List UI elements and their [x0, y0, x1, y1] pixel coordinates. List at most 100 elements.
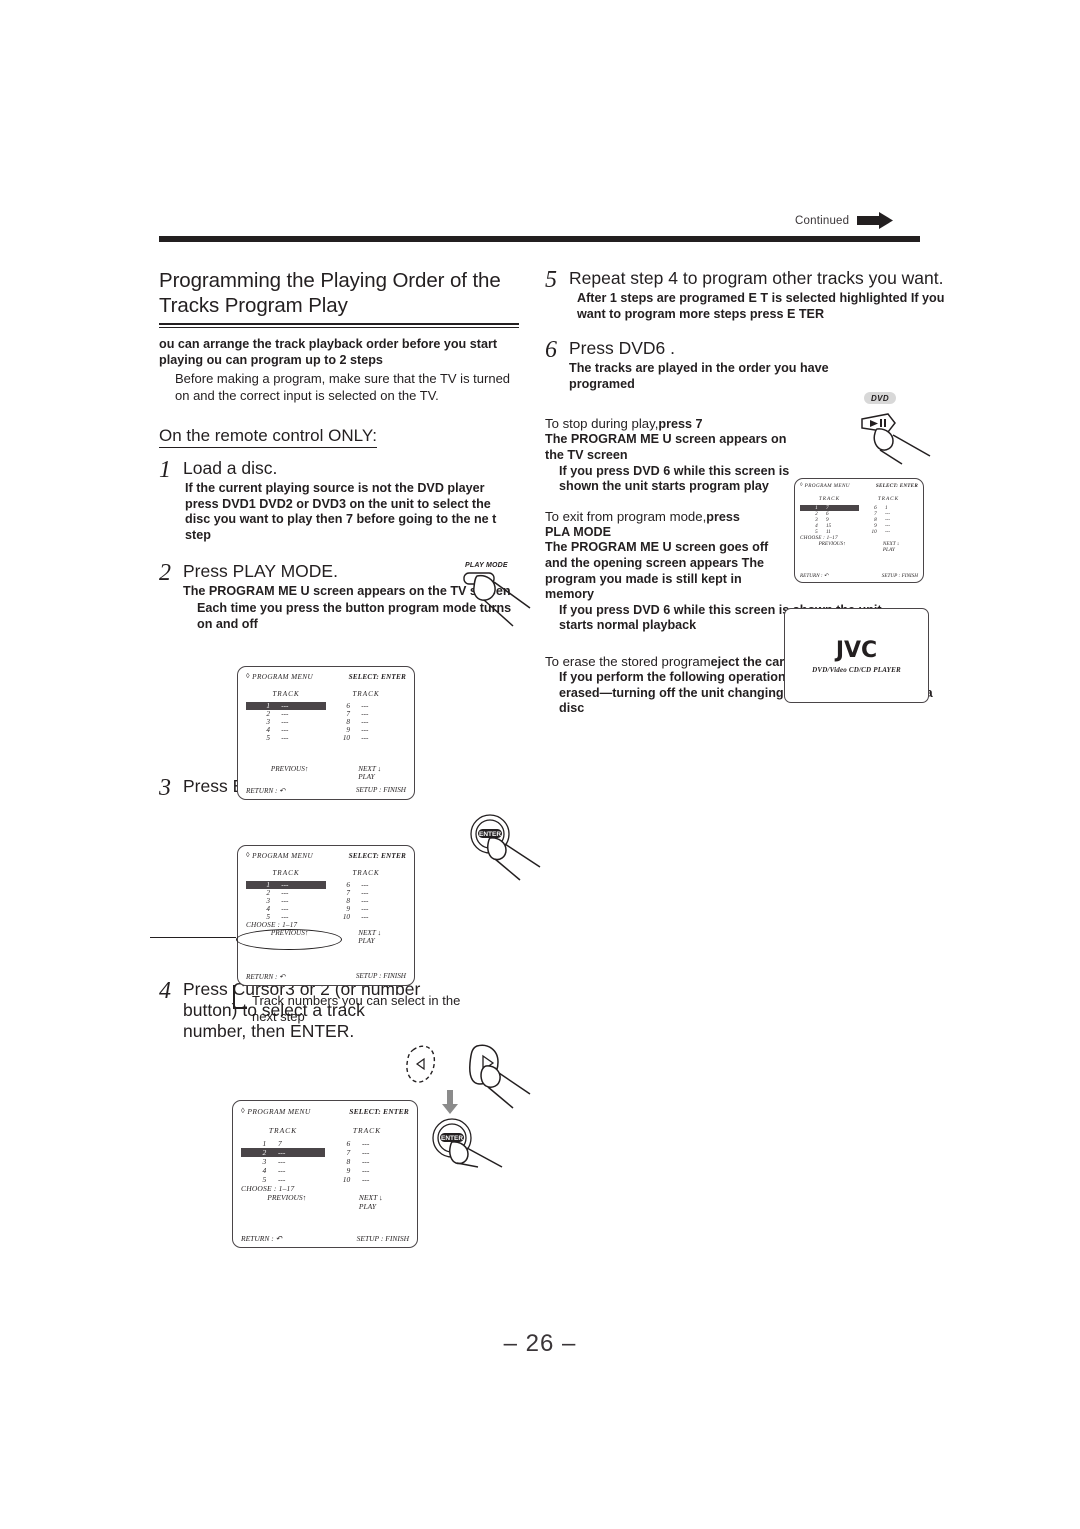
tv-track-row[interactable]: 3 ---: [241, 1157, 325, 1166]
tv-track-row[interactable]: 3 ---: [246, 897, 326, 905]
tv-track-header-left: TRACK: [818, 496, 841, 502]
tv-track-header-right: TRACK: [352, 690, 380, 698]
tv-track-header-left: TRACK: [268, 1126, 298, 1135]
tv-track-number: 7: [346, 710, 350, 718]
tv-track-value: ---: [361, 1139, 370, 1148]
tv-track-row[interactable]: 5 ---: [246, 913, 326, 921]
tv-track-row[interactable]: 4 ---: [241, 1166, 325, 1175]
tv-track-value: ---: [361, 702, 369, 710]
tv-next-label[interactable]: NEXT ↓: [358, 765, 381, 773]
tv-screen-program-menu-track-selected: ◊ PROGRAM MENU SELECT: ENTER TRACK TRACK…: [232, 1100, 418, 1248]
tv-track-row[interactable]: 7 ---: [326, 889, 406, 897]
step-6-body: The tracks are played in the order you h…: [569, 361, 829, 391]
down-arrow-icon: ↓: [896, 541, 900, 547]
tv-track-row[interactable]: 9 ---: [325, 1166, 409, 1175]
tv-bottom-row: RETURN : ↶ SETUP : FINISH: [246, 972, 406, 981]
tv-track-row[interactable]: 10 ---: [325, 1175, 409, 1184]
play-mode-finger-icon: [463, 572, 531, 627]
tv-track-row[interactable]: 4 ---: [246, 726, 326, 734]
tv-track-row[interactable]: 7 ---: [325, 1148, 409, 1157]
tv-return-label[interactable]: RETURN : ↶: [241, 1234, 282, 1243]
tv-track-row[interactable]: 10 ---: [326, 734, 406, 742]
step-5-number: 5: [545, 267, 557, 293]
tv-track-number: 6: [346, 702, 350, 710]
tv-track-value: ---: [361, 710, 369, 718]
tv-track-row[interactable]: 5 ---: [246, 734, 326, 742]
tv-track-row[interactable]: 6 ---: [325, 1139, 409, 1148]
tv-setup-label[interactable]: SETUP : FINISH: [357, 1234, 409, 1243]
tv-previous-label[interactable]: PREVIOUS↑: [819, 541, 846, 553]
return-arrow-icon: ↶: [279, 973, 286, 981]
tv-track-row[interactable]: 8 ---: [326, 897, 406, 905]
tv-track-number: 8: [346, 718, 350, 726]
tv-track-value: ---: [281, 734, 289, 742]
tv-track-row[interactable]: 9 ---: [326, 726, 406, 734]
tv-track-column-left: 1 7 2 --- 3 --- 4 --- 5 ---: [241, 1139, 325, 1184]
step-1-body: If the current playing source is not the…: [185, 481, 497, 542]
intro-note: Before making a program, make sure that …: [175, 371, 511, 403]
tv-column-headers: TRACK TRACK: [800, 496, 918, 502]
tv-track-row[interactable]: 2 ---: [246, 710, 326, 718]
tv-track-header-right: TRACK: [352, 1126, 382, 1135]
tv-content: ◊ PROGRAM MENU SELECT: ENTER TRACK TRACK…: [238, 846, 414, 985]
tv-setup-label[interactable]: SETUP : FINISH: [356, 786, 406, 795]
continued-label: Continued: [795, 215, 850, 227]
tv-track-row[interactable]: 5 ---: [241, 1175, 325, 1184]
tv-nav-row: PREVIOUS↑ NEXT ↓ PLAY: [246, 765, 406, 781]
tv-previous-label[interactable]: PREVIOUS↑: [271, 929, 309, 945]
tv-track-columns: 1 --- 2 --- 3 --- 4 --- 5 --- 6 --- 7 --- 8 --- 9 --- 10 -…: [246, 881, 406, 921]
tv-track-number: 1: [266, 702, 270, 710]
step-6: 6 Press DVD6 . The tracks are played in …: [545, 338, 945, 392]
step-6-number: 6: [545, 337, 557, 364]
step-1-number: 1: [159, 457, 171, 483]
tv-track-number: 9: [346, 905, 350, 913]
tv-track-row[interactable]: 2 ---: [241, 1148, 325, 1157]
tv-previous-label[interactable]: PREVIOUS↑: [271, 765, 309, 781]
tv-track-value: ---: [361, 905, 369, 913]
tv-track-row[interactable]: 3 ---: [246, 718, 326, 726]
callout-bracket-horizontal: [233, 1007, 247, 1009]
tv-track-row[interactable]: 6 ---: [326, 702, 406, 710]
tv-next-label[interactable]: NEXT ↓: [358, 929, 381, 937]
jvc-subtitle: DVD/Video CD/CD PLAYER: [812, 665, 901, 674]
tv-track-number: 9: [346, 726, 350, 734]
tv-play-label[interactable]: PLAY: [358, 773, 381, 781]
tv-choose-label: CHOOSE : 1–17: [246, 921, 298, 929]
tv-track-columns: 1 --- 2 --- 3 --- 4 --- 5 --- 6 --- 7 --- 8 --- 9 --- 10 -…: [246, 702, 406, 742]
tv-track-row[interactable]: 8 ---: [325, 1157, 409, 1166]
tv-play-label[interactable]: PLAY: [359, 1202, 383, 1211]
tv-return-label[interactable]: RETURN : ↶: [246, 972, 285, 981]
tv-track-row[interactable]: 8 ---: [326, 718, 406, 726]
tv-track-value: ---: [281, 718, 289, 726]
tv-track-row[interactable]: 2 ---: [246, 889, 326, 897]
note1-body: The PROGRAM ME U screen appears on the T…: [545, 432, 787, 462]
tv-return-label[interactable]: RETURN : ↶: [246, 786, 285, 795]
tv-track-row[interactable]: 4 ---: [246, 905, 326, 913]
tv-content: ◊ PROGRAM MENU SELECT: ENTER TRACK TRACK…: [795, 479, 923, 582]
tv-play-label[interactable]: PLAY: [358, 937, 381, 945]
tv-menu-title: ◊ PROGRAM MENU: [800, 482, 850, 489]
tv-topbar: ◊ PROGRAM MENU SELECT: ENTER: [241, 1106, 409, 1116]
dvd-play-button-illustration: DVD: [852, 392, 944, 465]
tv-previous-label[interactable]: PREVIOUS↑: [267, 1193, 306, 1211]
tv-track-row[interactable]: 6 ---: [326, 881, 406, 889]
tv-column-headers: TRACK TRACK: [241, 1126, 409, 1135]
step-4-number: 4: [159, 978, 171, 1005]
tv-setup-label[interactable]: SETUP : FINISH: [882, 573, 918, 579]
tv-track-row[interactable]: 1 ---: [246, 702, 326, 710]
tv-track-row[interactable]: 17: [241, 1139, 325, 1148]
tv-track-row[interactable]: 7 ---: [326, 710, 406, 718]
callout-bracket-vertical: [233, 985, 235, 1009]
tv-track-number: 7: [346, 889, 350, 897]
tv-next-label[interactable]: NEXT ↓: [359, 1193, 383, 1202]
diamond-icon: ◊: [246, 672, 250, 680]
header-rule: [159, 236, 920, 242]
tv-setup-label[interactable]: SETUP : FINISH: [356, 972, 406, 981]
tv-bottom-row: RETURN : ↶ SETUP : FINISH: [800, 573, 918, 579]
note2-body: The PROGRAM ME U screen goes off and the…: [545, 540, 769, 602]
tv-track-value: ---: [281, 905, 289, 913]
tv-track-row[interactable]: 9 ---: [326, 905, 406, 913]
tv-return-label[interactable]: RETURN : ↶: [800, 573, 828, 579]
tv-track-row[interactable]: 1 ---: [246, 881, 326, 889]
tv-track-row[interactable]: 10 ---: [326, 913, 406, 921]
